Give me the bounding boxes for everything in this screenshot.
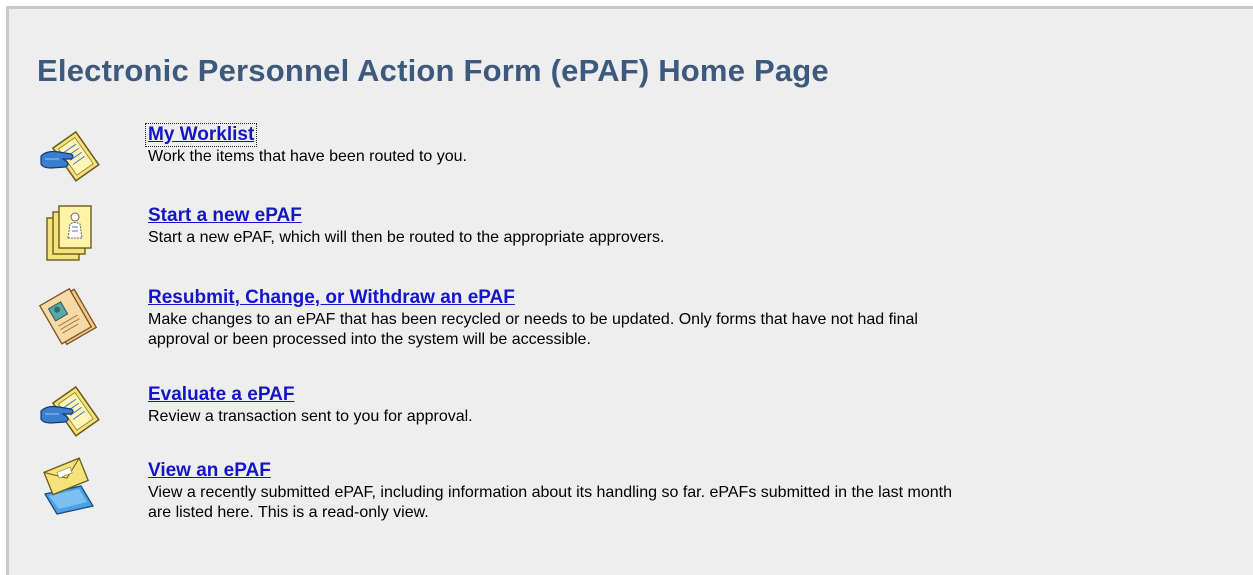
evaluate-epaf-link[interactable]: Evaluate a ePAF bbox=[146, 384, 296, 406]
hand-with-paper-icon bbox=[37, 126, 103, 192]
evaluate-epaf-description: Review a transaction sent to you for app… bbox=[148, 408, 473, 425]
menu-text: View an ePAF View a recently submitted e… bbox=[146, 460, 1046, 523]
my-worklist-link[interactable]: My Worklist bbox=[144, 123, 258, 147]
view-epaf-link[interactable]: View an ePAF bbox=[146, 460, 273, 482]
start-new-epaf-description: Start a new ePAF, which will then be rou… bbox=[148, 229, 665, 246]
menu-text: Resubmit, Change, or Withdraw an ePAF Ma… bbox=[146, 287, 1046, 350]
main-panel: Electronic Personnel Action Form (ePAF) … bbox=[6, 6, 1253, 575]
envelope-on-folder-icon bbox=[37, 452, 103, 518]
page-title: Electronic Personnel Action Form (ePAF) … bbox=[37, 53, 829, 88]
my-worklist-description: Work the items that have been routed to … bbox=[148, 148, 467, 165]
view-epaf-description: View a recently submitted ePAF, includin… bbox=[148, 484, 952, 521]
start-new-epaf-link[interactable]: Start a new ePAF bbox=[146, 205, 304, 227]
stacked-forms-icon bbox=[37, 200, 103, 266]
menu-text: Start a new ePAF Start a new ePAF, which… bbox=[146, 205, 1046, 248]
hand-with-paper-icon bbox=[37, 381, 103, 447]
menu-text: Evaluate a ePAF Review a transaction sen… bbox=[146, 384, 1046, 427]
menu-text: My Worklist Work the items that have bee… bbox=[144, 123, 1046, 167]
documents-with-photo-icon bbox=[37, 283, 103, 349]
resubmit-change-withdraw-description: Make changes to an ePAF that has been re… bbox=[148, 311, 918, 348]
resubmit-change-withdraw-link[interactable]: Resubmit, Change, or Withdraw an ePAF bbox=[146, 287, 517, 309]
